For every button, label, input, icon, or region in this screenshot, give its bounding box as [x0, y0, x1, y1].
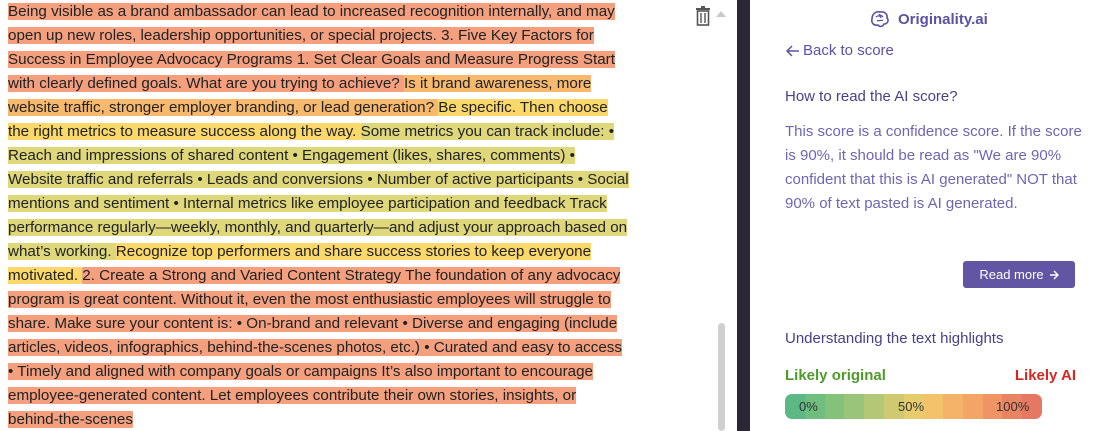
- highlights-heading: Understanding the text highlights: [785, 330, 1004, 347]
- scale-label-100: 100%: [996, 399, 1030, 414]
- help-body-text: This score is a confidence score. If the…: [785, 123, 1082, 212]
- brand-header: Originality.ai: [868, 8, 988, 30]
- back-link-label: Back to score: [803, 42, 894, 59]
- panel-divider: [737, 0, 750, 431]
- scale-label-50: 50%: [898, 399, 925, 414]
- text-highlight-pane: Being visible as a brand ambassador can …: [0, 0, 700, 431]
- likely-original-label: Likely original: [785, 367, 886, 384]
- scale-cell: [943, 394, 963, 419]
- arrow-right-icon: [1049, 270, 1059, 279]
- text-segment: Some metrics you can track include: • Re…: [8, 123, 629, 260]
- scale-label-0: 0%: [799, 399, 818, 414]
- read-more-label: Read more: [979, 267, 1044, 282]
- likely-ai-label: Likely AI: [1014, 367, 1076, 384]
- brain-icon: [871, 10, 889, 28]
- scale-cell: [923, 394, 944, 419]
- read-more-button[interactable]: Read more: [963, 261, 1075, 288]
- brand-name: Originality.ai: [898, 10, 988, 28]
- scroll-up-arrow-icon[interactable]: [716, 11, 726, 17]
- arrow-left-icon: [786, 44, 799, 57]
- scrollbar-thumb[interactable]: [718, 323, 725, 431]
- scale-cell: [864, 394, 884, 419]
- help-heading: How to read the AI score?: [785, 88, 958, 105]
- scale-cell: [844, 394, 865, 419]
- score-help-panel: Originality.ai Back to score How to read…: [750, 0, 1099, 431]
- highlighted-document-text: Being visible as a brand ambassador can …: [8, 0, 630, 431]
- scale-cell: [824, 394, 845, 419]
- scale-cell: [962, 394, 983, 419]
- text-segment: 2. Create a Strong and Varied Content St…: [8, 267, 622, 428]
- back-to-score-link[interactable]: Back to score: [786, 42, 894, 59]
- trash-icon[interactable]: [695, 6, 711, 26]
